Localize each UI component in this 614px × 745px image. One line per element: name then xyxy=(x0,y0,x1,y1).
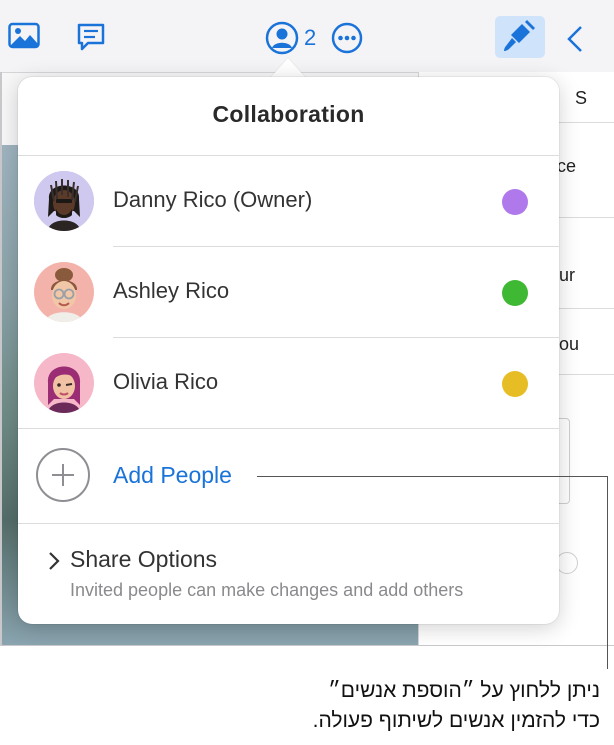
share-options-toggle[interactable]: Share Options xyxy=(70,546,217,573)
collaboration-popover: Collaboration Danny Rico (Owner) Ashley … xyxy=(18,77,559,624)
callout-line-1: ניתן ללחוץ על ״הוספת אנשים״ xyxy=(328,679,600,702)
sidebar-fragment: ur xyxy=(559,265,576,285)
add-icon xyxy=(36,448,90,502)
collaborate-icon[interactable] xyxy=(265,21,299,55)
collaborator-row[interactable]: Olivia Rico xyxy=(18,338,559,428)
collaborator-color-dot xyxy=(502,371,528,397)
collaborator-row[interactable]: Ashley Rico xyxy=(18,247,559,337)
popover-arrow xyxy=(270,58,306,78)
document-edge xyxy=(0,72,2,645)
sidebar-fragment: S xyxy=(575,88,588,108)
format-brush-icon xyxy=(504,20,535,51)
comment-icon[interactable] xyxy=(76,22,106,52)
collaborator-name: Ashley Rico xyxy=(113,278,230,303)
share-options-subtitle: Invited people can make changes and add … xyxy=(70,580,464,600)
olivia-avatar xyxy=(34,353,94,413)
add-people-button[interactable]: Add People xyxy=(113,462,232,489)
collaborator-color-dot xyxy=(502,280,528,306)
sidebar-fragment: ce xyxy=(557,156,577,176)
popover-title: Collaboration xyxy=(212,101,365,127)
section-divider xyxy=(18,523,559,524)
sidebar-fragment: ou xyxy=(559,334,580,354)
collaborator-color-dot xyxy=(502,189,528,215)
sidebar-control xyxy=(559,418,570,504)
format-button[interactable] xyxy=(495,16,545,58)
document-bottom-edge xyxy=(0,645,614,646)
collaborator-count[interactable]: 2 xyxy=(304,25,316,51)
chevron-left-icon[interactable] xyxy=(565,25,585,53)
collaborator-name: Danny Rico (Owner) xyxy=(113,187,313,212)
chevron-right-icon[interactable] xyxy=(47,551,61,576)
callout-leader-line xyxy=(607,476,608,669)
callout-leader-line xyxy=(257,476,608,477)
more-icon[interactable] xyxy=(331,22,363,54)
photo-icon[interactable] xyxy=(8,22,40,50)
collaborator-name: Olivia Rico xyxy=(113,369,219,394)
ashley-avatar xyxy=(34,262,94,322)
collaborator-row[interactable]: Danny Rico (Owner) xyxy=(18,156,559,246)
danny-avatar xyxy=(34,171,94,231)
toolbar: 2 xyxy=(0,0,614,73)
callout-annotation: ניתן ללחוץ על ״הוספת אנשים״ כדי להזמין א… xyxy=(200,676,600,736)
sidebar-slider-knob[interactable] xyxy=(556,552,578,574)
callout-line-2: כדי להזמין אנשים לשיתוף פעולה. xyxy=(312,709,600,732)
